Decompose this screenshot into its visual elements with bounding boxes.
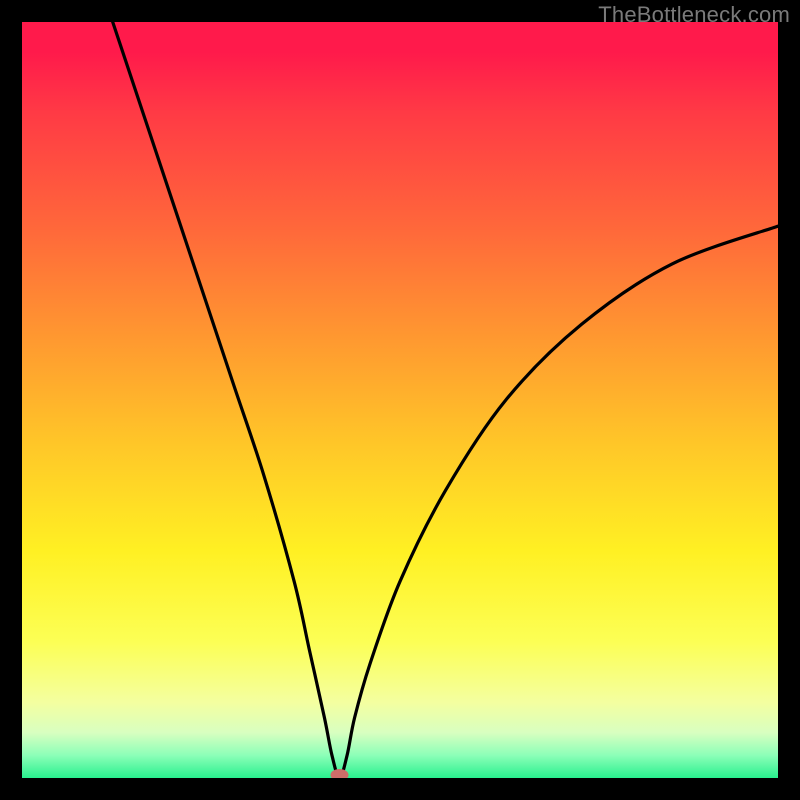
bottleneck-curve — [113, 22, 778, 778]
chart-frame: TheBottleneck.com — [0, 0, 800, 800]
plot-area — [22, 22, 778, 778]
optimum-marker — [331, 769, 349, 778]
curve-svg — [22, 22, 778, 778]
watermark-text: TheBottleneck.com — [598, 2, 790, 28]
